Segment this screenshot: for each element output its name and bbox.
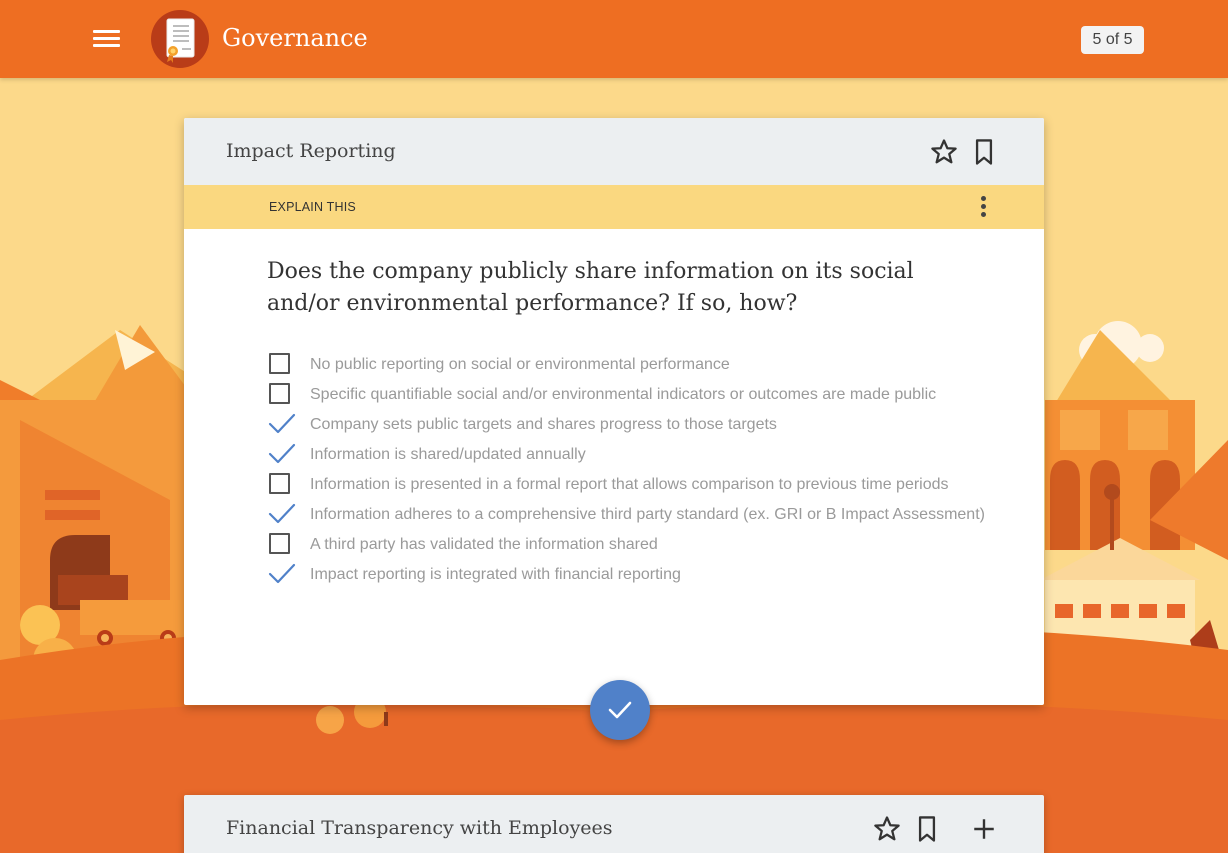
progress-counter: 5 of 5 (1081, 26, 1144, 54)
answer-option[interactable]: Information is presented in a formal rep… (268, 470, 1008, 500)
answer-option[interactable]: Company sets public targets and shares p… (268, 410, 1008, 440)
card-title: Impact Reporting (226, 140, 396, 162)
next-card-title: Financial Transparency with Employees (226, 817, 613, 839)
checkmark-icon[interactable] (268, 412, 296, 436)
certificate-document-icon (151, 10, 209, 68)
app-title: Governance (222, 24, 368, 52)
star-outline-icon[interactable] (870, 812, 904, 846)
answer-option-label: Specific quantifiable social and/or envi… (310, 386, 937, 403)
answer-options-list: No public reporting on social or environ… (268, 350, 1008, 590)
checkmark-icon[interactable] (268, 502, 296, 526)
answer-option[interactable]: Impact reporting is integrated with fina… (268, 560, 1008, 590)
answer-option-label: Information is shared/updated annually (310, 446, 586, 463)
answer-option-label: Information adheres to a comprehensive t… (310, 506, 985, 523)
checkbox-unchecked-icon[interactable] (269, 383, 290, 404)
plus-icon[interactable] (967, 812, 1001, 846)
more-vertical-icon[interactable] (969, 194, 999, 222)
card-header: Impact Reporting (184, 118, 1044, 185)
checkmark-icon (608, 701, 632, 719)
answer-option-label: Impact reporting is integrated with fina… (310, 566, 681, 583)
question-text: Does the company publicly share informat… (267, 259, 914, 316)
hamburger-menu-icon[interactable] (90, 24, 124, 54)
submit-answer-button[interactable] (590, 680, 650, 740)
next-question-card[interactable]: Financial Transparency with Employees (184, 795, 1044, 853)
checkmark-icon[interactable] (268, 442, 296, 466)
answer-option[interactable]: No public reporting on social or environ… (268, 350, 1008, 380)
explain-this-label: EXPLAIN THIS (269, 200, 356, 214)
answer-option[interactable]: A third party has validated the informat… (268, 530, 1008, 560)
answer-option-label: A third party has validated the informat… (310, 536, 658, 553)
bookmark-outline-icon[interactable] (967, 135, 1001, 169)
question-card: Impact Reporting EXPLAIN THIS Does the c… (184, 118, 1044, 705)
answer-option[interactable]: Specific quantifiable social and/or envi… (268, 380, 1008, 410)
checkbox-unchecked-icon[interactable] (269, 533, 290, 554)
bookmark-outline-icon[interactable] (910, 812, 944, 846)
star-outline-icon[interactable] (927, 135, 961, 169)
top-app-bar: Governance 5 of 5 (0, 0, 1228, 78)
checkmark-icon[interactable] (268, 562, 296, 586)
checkbox-unchecked-icon[interactable] (269, 353, 290, 374)
answer-option[interactable]: Information adheres to a comprehensive t… (268, 500, 1008, 530)
answer-option-label: Company sets public targets and shares p… (310, 416, 777, 433)
checkbox-unchecked-icon[interactable] (269, 473, 290, 494)
answer-option[interactable]: Information is shared/updated annually (268, 440, 1008, 470)
answer-option-label: Information is presented in a formal rep… (310, 476, 949, 493)
answer-option-label: No public reporting on social or environ… (310, 356, 730, 373)
explain-this-bar[interactable]: EXPLAIN THIS (184, 185, 1044, 229)
